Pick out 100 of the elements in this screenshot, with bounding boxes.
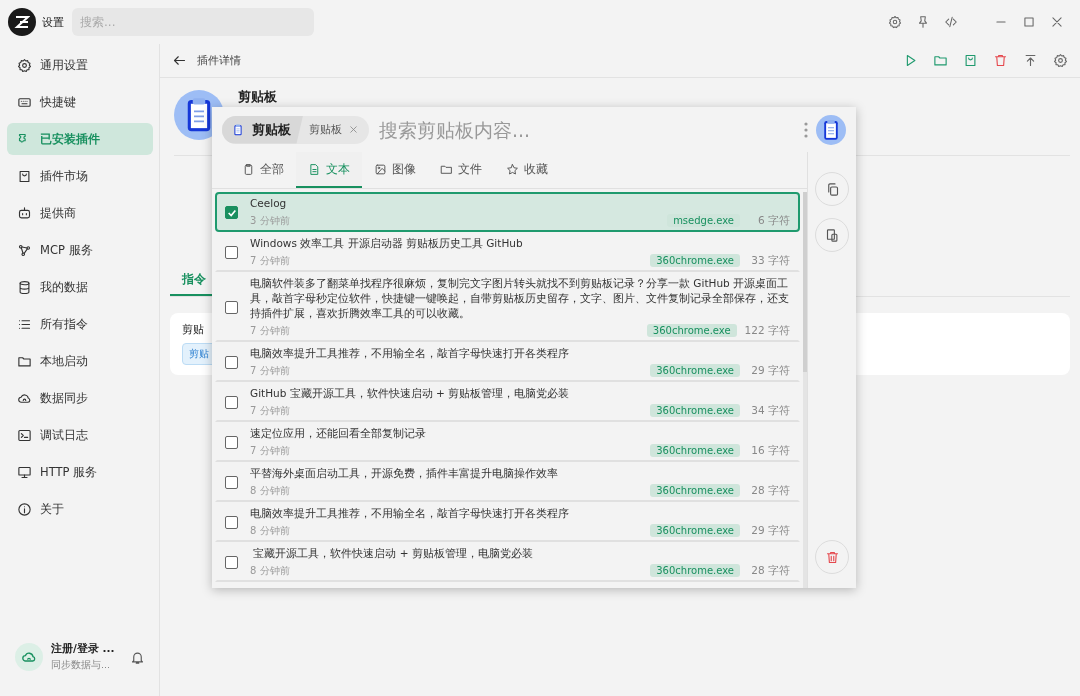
info-icon	[17, 501, 32, 517]
checkbox[interactable]	[225, 396, 238, 409]
checkbox[interactable]	[225, 356, 238, 369]
bell-icon	[130, 649, 145, 665]
pill-tag: 剪贴板	[309, 122, 342, 137]
sidebar-item[interactable]: 提供商	[7, 197, 153, 229]
checkbox[interactable]	[225, 246, 238, 259]
search-field[interactable]: 搜索...	[72, 8, 314, 36]
item-time: 8 分钟前	[250, 563, 291, 578]
item-time: 7 分钟前	[250, 253, 291, 268]
item-time: 8 分钟前	[250, 523, 291, 538]
pin-icon	[916, 15, 930, 29]
item-time: 7 分钟前	[250, 363, 291, 378]
robot-icon	[17, 205, 32, 221]
star-icon	[506, 162, 519, 176]
source-tag: 360chrome.exe	[650, 484, 740, 497]
bag-icon	[963, 53, 978, 68]
clipboard-item[interactable]: 平替海外桌面启动工具，开源免费，插件丰富提升电脑操作效率 8 分钟前 360chrome.exe 28 字符	[215, 462, 800, 502]
sidebar-item[interactable]: 调试日志	[7, 419, 153, 451]
item-time: 7 分钟前	[250, 403, 291, 418]
copy-button[interactable]	[815, 172, 849, 206]
checkbox[interactable]	[225, 516, 238, 529]
char-count: 34 字符	[750, 403, 790, 418]
item-text: 电脑效率提升工具推荐，不用输全名，敲首字母快速打开各类程序	[250, 506, 570, 521]
settings-icon	[1053, 53, 1068, 68]
copy-icon	[824, 227, 840, 243]
page-title: 插件详情	[197, 53, 241, 68]
sidebar-item[interactable]: 本地启动	[7, 345, 153, 377]
tab[interactable]: 收藏	[494, 152, 560, 188]
clipboard-item[interactable]: GitHub 宝藏开源工具，软件快速启动 + 剪贴板管理，电脑党必装 7 分钟前 360chrome.exe 34 字符	[215, 382, 800, 422]
char-count: 122 字符	[744, 323, 790, 338]
back-arrow-icon	[172, 53, 187, 68]
clipboard-item[interactable]: 电脑效率提升工具推荐，不用输全名，敲首字母快速打开各类程序 8 分钟前 360chrome.exe 29 字符	[215, 502, 800, 542]
char-count: 29 字符	[750, 523, 790, 538]
sidebar-item[interactable]: 数据同步	[7, 382, 153, 414]
source-tag: 360chrome.exe	[650, 254, 740, 267]
scrollbar-thumb[interactable]	[803, 192, 807, 372]
item-time: 7 分钟前	[250, 443, 291, 458]
clipboard-item[interactable]: Ceelog 3 分钟前 msedge.exe 6 字符	[215, 192, 800, 232]
sidebar-item[interactable]: 通用设置	[7, 49, 153, 81]
char-count: 16 字符	[750, 443, 790, 458]
clipboard-item[interactable]: 速定位应用，还能回看全部复制记录 7 分钟前 360chrome.exe 16 字符	[215, 422, 800, 462]
sidebar-item[interactable]: 关于	[7, 493, 153, 525]
code-icon	[944, 15, 958, 29]
tab[interactable]: 图像	[362, 152, 428, 188]
checkbox[interactable]	[225, 301, 238, 314]
clipboard-item[interactable]: 宝藏开源工具，软件快速启动 + 剪贴板管理，电脑党必装 8 分钟前 360chrome.exe 28 字符	[215, 542, 800, 582]
clipboard-item[interactable]: Windows 效率工具 开源启动器 剪贴板历史工具 GitHub 7 分钟前 360chrome.exe 33 字符	[215, 232, 800, 272]
trash-icon	[993, 53, 1008, 68]
monitor-icon	[17, 464, 32, 480]
folder-icon	[933, 53, 948, 68]
tab[interactable]: 文件	[428, 152, 494, 188]
source-tag: 360chrome.exe	[650, 364, 740, 377]
clipboard-item[interactable]: 电脑软件装多了翻菜单找程序很麻烦，复制完文字图片转头就找不到剪贴板记录？分享一款 GitHub 开源桌面工具，敲首字母秒定位软件，快捷键一键唤起，自带剪贴板历史留存，文字、图片、文件复制记录全部保存，还支持插件扩展，喜欢折腾效率工具的可以收藏。 7 分钟前 360chrome.exe 122 字符	[215, 272, 800, 342]
upload-icon	[1023, 53, 1038, 68]
app-logo	[8, 8, 36, 36]
pill-label: 剪贴板	[252, 120, 291, 139]
checkbox[interactable]	[225, 556, 238, 569]
tab[interactable]: 全部	[230, 152, 296, 188]
checkbox[interactable]	[225, 476, 238, 489]
item-text: Windows 效率工具 开源启动器 剪贴板历史工具 GitHub	[250, 236, 524, 251]
settings-icon	[888, 15, 902, 29]
checkbox[interactable]	[225, 206, 238, 219]
sidebar-item[interactable]: 插件市场	[7, 160, 153, 192]
source-tag: 360chrome.exe	[650, 444, 740, 457]
char-count: 28 字符	[750, 483, 790, 498]
clipboard-icon	[816, 114, 846, 145]
sidebar-item[interactable]: 所有指令	[7, 308, 153, 340]
nodes-icon	[17, 242, 32, 258]
bag-icon	[17, 168, 32, 184]
char-count: 6 字符	[756, 213, 790, 228]
checkbox[interactable]	[225, 436, 238, 449]
search-field[interactable]: 搜索剪贴板内容...	[377, 117, 796, 142]
plugin-name: 剪贴板	[238, 90, 277, 103]
char-count: 29 字符	[750, 363, 790, 378]
item-text: GitHub 宝藏开源工具，软件快速启动 + 剪贴板管理，电脑党必装	[250, 386, 571, 401]
account-subtitle: 同步数据与...	[51, 659, 112, 672]
source-tag: 360chrome.exe	[650, 404, 740, 417]
clipboard-item[interactable]: 电脑效率提升工具推荐，不用输全名，敲首字母快速打开各类程序 7 分钟前 360chrome.exe 29 字符	[215, 342, 800, 382]
command-title: 剪贴	[182, 323, 204, 337]
sidebar-item[interactable]: 快捷键	[7, 86, 153, 118]
item-text: 速定位应用，还能回看全部复制记录	[250, 426, 427, 441]
sidebar-item[interactable]: MCP 服务	[7, 234, 153, 266]
maximize-icon	[1022, 15, 1036, 29]
more-icon[interactable]	[804, 121, 808, 138]
sidebar-item[interactable]: 我的数据	[7, 271, 153, 303]
terminal-icon	[17, 427, 32, 443]
item-time: 7 分钟前	[250, 323, 291, 338]
account-title[interactable]: 注册/登录 ...	[51, 642, 122, 656]
delete-button[interactable]	[815, 540, 849, 574]
sidebar-item[interactable]: HTTP 服务	[7, 456, 153, 488]
item-text: 电脑软件装多了翻菜单找程序很麻烦，复制完文字图片转头就找不到剪贴板记录？分享一款 GitHub 开源桌面工具，敲首字母秒定位软件，快捷键一键唤起，自带剪贴板历史留存，文字、图片、文件复制记录全部保存，还支持插件扩展，喜欢折腾效率工具的可以收藏。	[250, 276, 790, 321]
source-tag: 360chrome.exe	[646, 324, 737, 337]
item-time: 3 分钟前	[250, 213, 291, 228]
app-name: 设置	[42, 14, 64, 30]
item-text: 电脑效率提升工具推荐，不用输全名，敲首字母快速打开各类程序	[250, 346, 570, 361]
item-text: 宝藏开源工具，软件快速启动 + 剪贴板管理，电脑党必装	[252, 546, 534, 561]
clipboard-icon	[242, 162, 255, 176]
paste-button[interactable]	[815, 218, 849, 252]
item-text: Ceelog	[250, 196, 288, 211]
